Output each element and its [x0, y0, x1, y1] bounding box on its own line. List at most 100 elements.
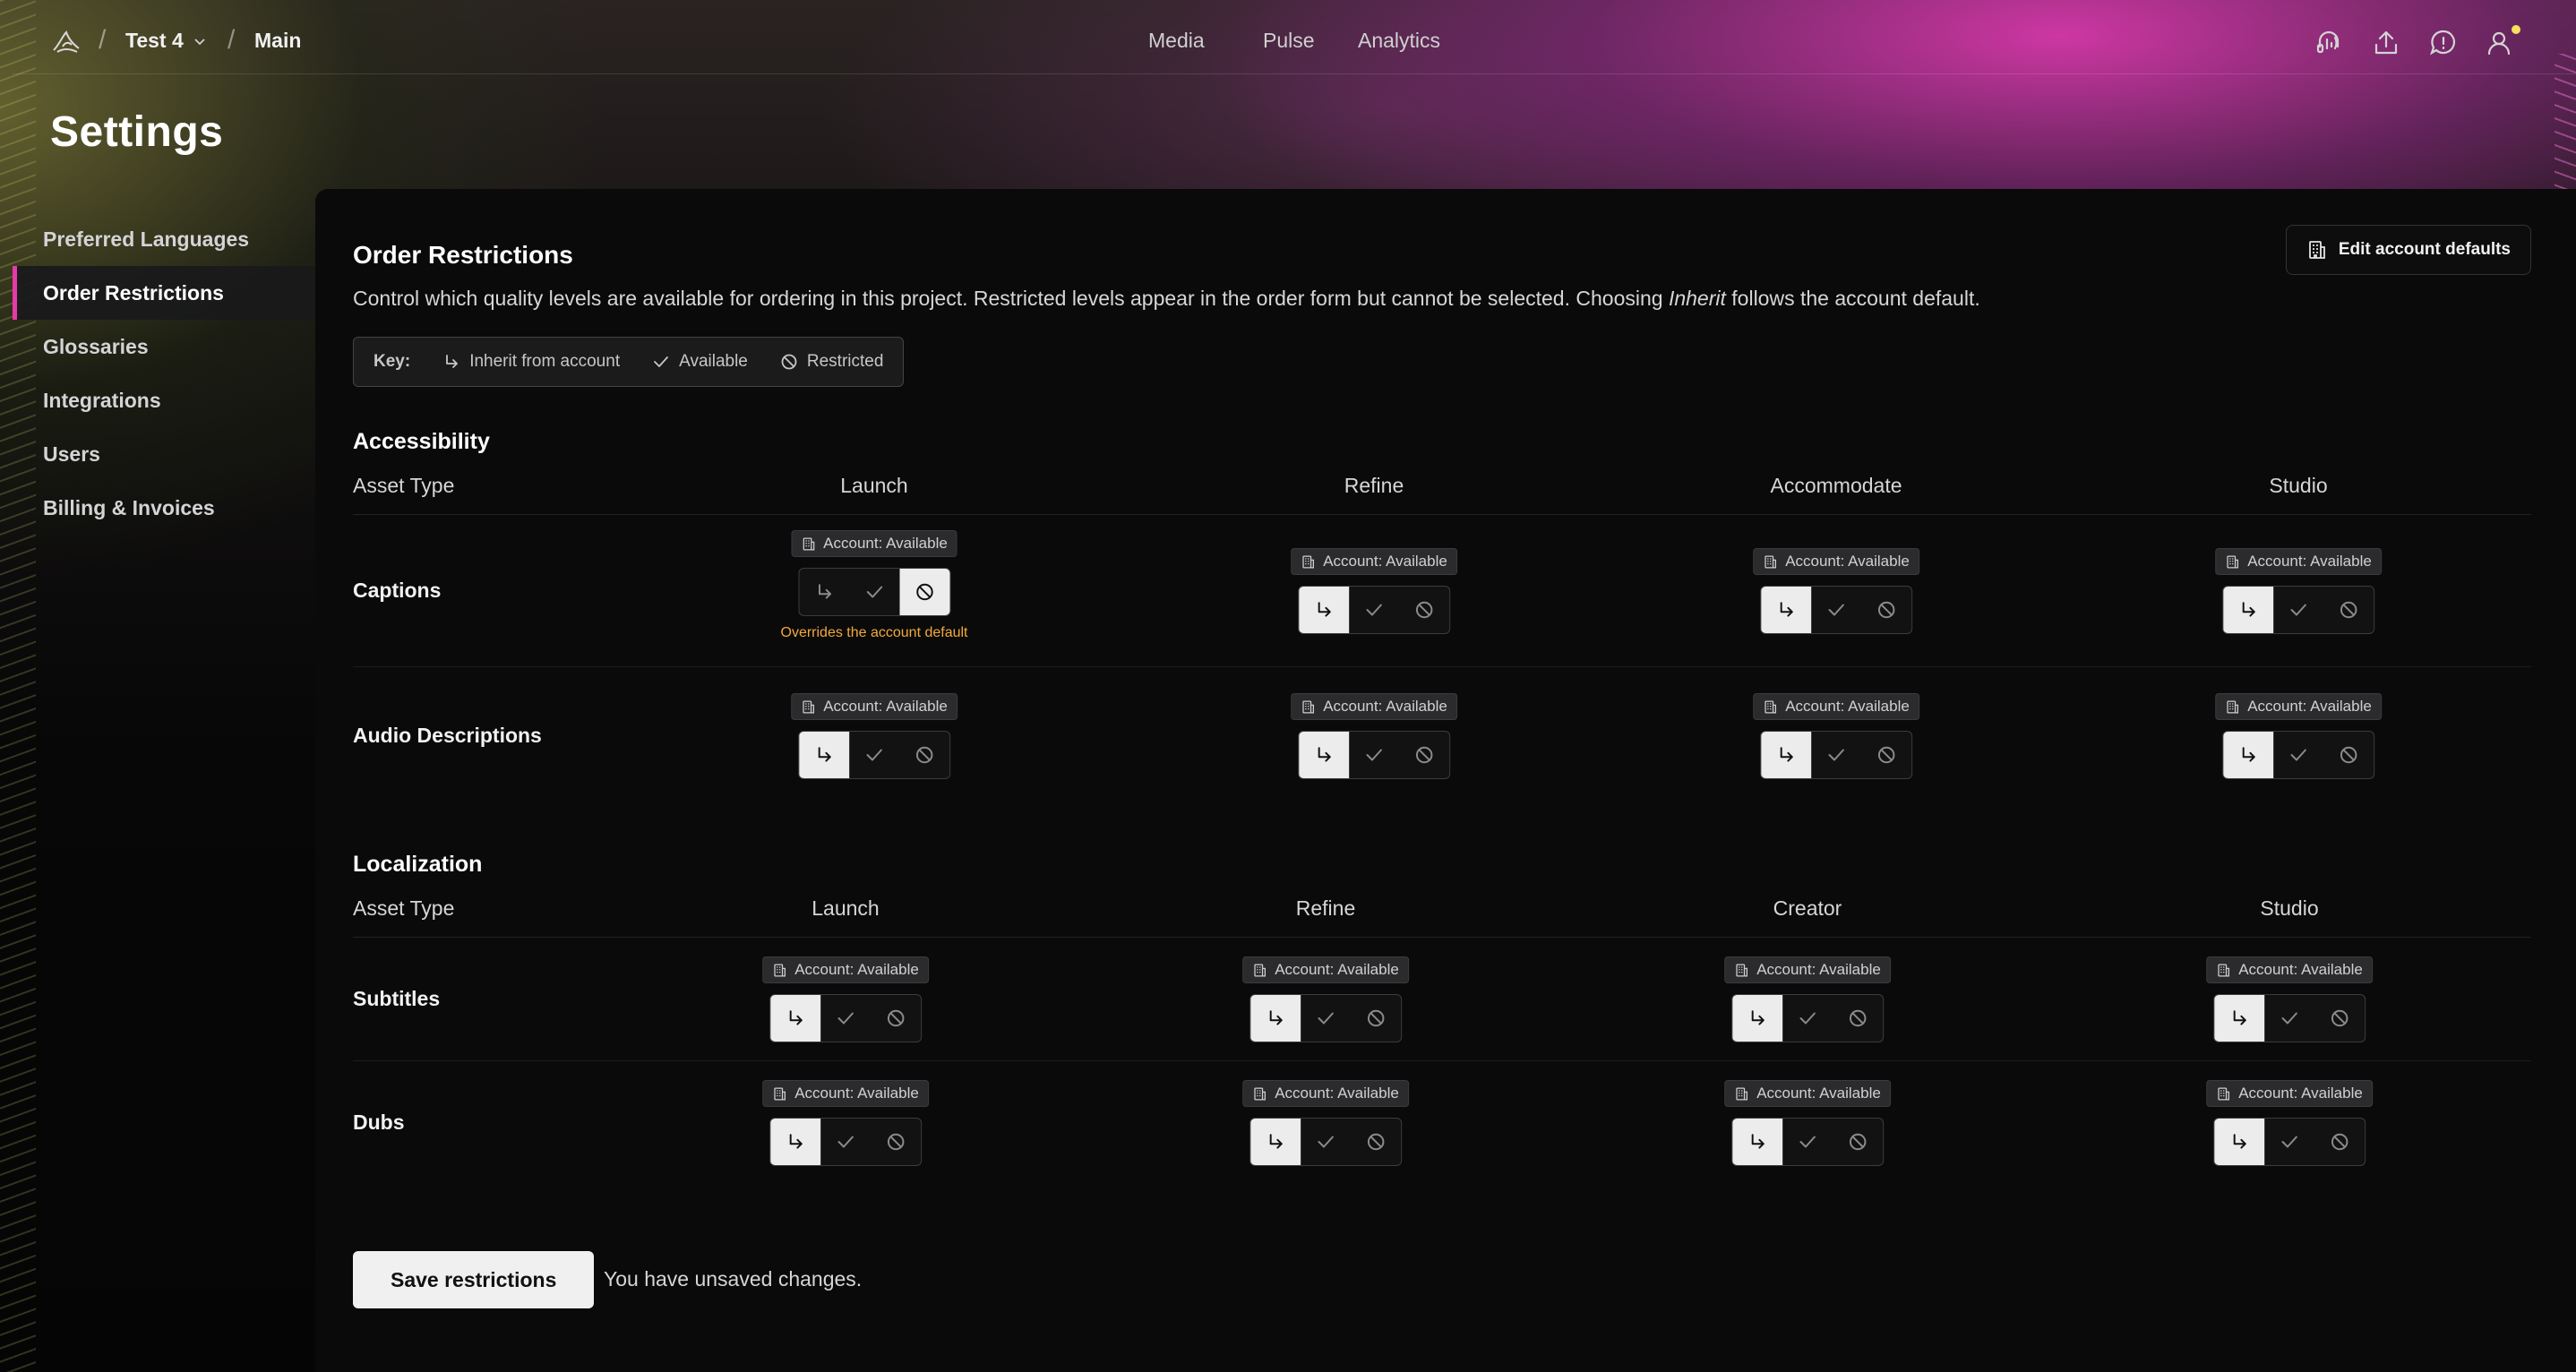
option-inherit[interactable]: [1250, 995, 1301, 1042]
sidebar-item-glossaries[interactable]: Glossaries: [13, 320, 315, 373]
option-inherit[interactable]: [1299, 732, 1349, 778]
headset-icon[interactable]: [2313, 27, 2345, 59]
option-restricted[interactable]: [1399, 587, 1449, 633]
account-default-label: Account: Available: [794, 1085, 919, 1102]
option-available[interactable]: [849, 732, 899, 778]
option-restricted[interactable]: [1351, 995, 1401, 1042]
option-restricted[interactable]: [1833, 995, 1883, 1042]
option-inherit[interactable]: [1250, 1119, 1301, 1165]
sidebar-item-preferred-languages[interactable]: Preferred Languages: [13, 212, 315, 266]
sidebar-item-order-restrictions[interactable]: Order Restrictions: [13, 266, 315, 320]
option-inherit[interactable]: [2223, 587, 2273, 633]
restriction-cell: Account: Available: [791, 693, 957, 779]
account-default-label: Account: Available: [2247, 553, 2372, 570]
option-restricted[interactable]: [2314, 1119, 2365, 1165]
breadcrumb-separator: /: [99, 25, 107, 55]
option-inherit[interactable]: [2214, 995, 2264, 1042]
building-icon: [1734, 963, 1749, 978]
edit-account-defaults-button[interactable]: Edit account defaults: [2285, 225, 2531, 275]
restriction-cell: Account: Available: [1242, 1080, 1409, 1166]
row-label: Captions: [353, 579, 442, 602]
option-available[interactable]: [1301, 995, 1351, 1042]
option-available[interactable]: [1782, 995, 1833, 1042]
restricted-icon: [2330, 1008, 2349, 1028]
inherit-arrow-icon: [786, 1132, 805, 1152]
option-available[interactable]: [2273, 587, 2323, 633]
nav-pulse[interactable]: Pulse: [1263, 29, 1315, 53]
sidebar: Preferred Languages Order Restrictions G…: [13, 212, 315, 535]
sidebar-item-users[interactable]: Users: [13, 427, 315, 481]
account-default-badge: Account: Available: [762, 956, 929, 983]
option-restricted[interactable]: [2323, 587, 2374, 633]
inherit-arrow-icon: [446, 355, 459, 368]
restriction-toggle: [1760, 731, 1912, 779]
option-inherit[interactable]: [2223, 732, 2273, 778]
option-available[interactable]: [820, 1119, 871, 1165]
option-restricted[interactable]: [1861, 587, 1911, 633]
inherit-arrow-icon: [1314, 600, 1334, 620]
breadcrumb-branch[interactable]: Main: [254, 29, 301, 53]
option-restricted[interactable]: [871, 1119, 921, 1165]
restriction-cell: Account: Available: [762, 1080, 929, 1166]
option-restricted[interactable]: [1833, 1119, 1883, 1165]
restriction-cell: Account: Available: [2215, 693, 2382, 779]
option-inherit[interactable]: [770, 1119, 820, 1165]
option-restricted[interactable]: [1351, 1119, 1401, 1165]
option-available[interactable]: [849, 569, 899, 615]
option-available[interactable]: [2264, 995, 2314, 1042]
option-available[interactable]: [820, 995, 871, 1042]
option-inherit[interactable]: [770, 995, 820, 1042]
option-restricted[interactable]: [1399, 732, 1449, 778]
upload-icon[interactable]: [2370, 27, 2402, 59]
option-restricted[interactable]: [1861, 732, 1911, 778]
inherit-arrow-icon: [2238, 600, 2258, 620]
option-available[interactable]: [1782, 1119, 1833, 1165]
option-restricted[interactable]: [2323, 732, 2374, 778]
restriction-cell: Account: Available: [1724, 1080, 1891, 1166]
option-restricted[interactable]: [899, 732, 949, 778]
option-inherit[interactable]: [1299, 587, 1349, 633]
building-icon: [1763, 554, 1778, 570]
option-inherit[interactable]: [2214, 1119, 2264, 1165]
option-restricted[interactable]: [871, 995, 921, 1042]
chat-icon[interactable]: [2427, 27, 2460, 59]
override-note: Overrides the account default: [780, 625, 968, 640]
option-available[interactable]: [2264, 1119, 2314, 1165]
sidebar-item-billing-invoices[interactable]: Billing & Invoices: [13, 481, 315, 535]
option-available[interactable]: [1811, 732, 1861, 778]
logo-icon[interactable]: [50, 27, 82, 59]
option-available[interactable]: [1349, 732, 1399, 778]
option-restricted[interactable]: [2314, 995, 2365, 1042]
restriction-cell: Account: Available: [2206, 1080, 2373, 1166]
notification-dot: [2512, 25, 2520, 34]
save-restrictions-button[interactable]: Save restrictions: [353, 1251, 595, 1308]
sidebar-item-integrations[interactable]: Integrations: [13, 373, 315, 427]
account-default-label: Account: Available: [2238, 961, 2363, 978]
option-inherit[interactable]: [1761, 587, 1811, 633]
edit-account-defaults-label: Edit account defaults: [2338, 240, 2511, 259]
option-available[interactable]: [1811, 587, 1861, 633]
restriction-cell: Account: Available Overrides the account …: [780, 530, 968, 641]
option-inherit[interactable]: [1761, 732, 1811, 778]
restriction-cell: Account: Available: [1724, 956, 1891, 1042]
account-default-label: Account: Available: [1275, 1085, 1399, 1102]
option-available[interactable]: [1349, 587, 1399, 633]
account-default-label: Account: Available: [1785, 553, 1910, 570]
breadcrumb-project[interactable]: Test 4: [125, 29, 207, 53]
account-default-label: Account: Available: [1323, 698, 1447, 715]
nav-media[interactable]: Media: [1148, 29, 1205, 53]
account-default-badge: Account: Available: [1242, 956, 1409, 983]
option-inherit[interactable]: [1732, 995, 1782, 1042]
table-row: Subtitles Account: Available Account: Avai…: [353, 938, 2531, 1061]
option-available[interactable]: [1301, 1119, 1351, 1165]
option-available[interactable]: [2273, 732, 2323, 778]
option-inherit[interactable]: [799, 732, 849, 778]
option-inherit[interactable]: [1732, 1119, 1782, 1165]
option-restricted[interactable]: [898, 569, 949, 615]
inherit-arrow-icon: [1314, 745, 1334, 765]
building-icon: [2216, 963, 2231, 978]
restriction-toggle: [797, 568, 950, 616]
column-header-launch: Launch: [811, 896, 880, 920]
option-inherit[interactable]: [799, 569, 849, 615]
nav-analytics[interactable]: Analytics: [1358, 29, 1440, 53]
